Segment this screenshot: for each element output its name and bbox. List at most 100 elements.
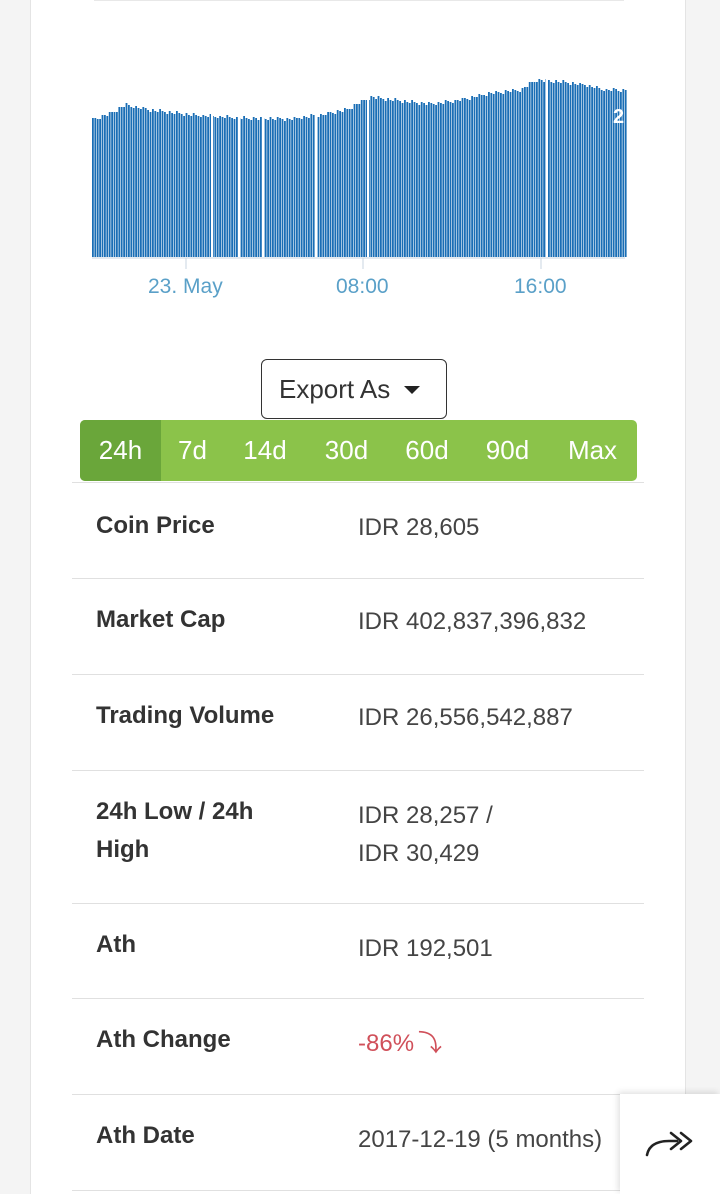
chart-bar [334,114,337,257]
stat-value: IDR 26,556,542,887 [358,704,573,731]
chart-bar [108,112,111,257]
chart-bar [514,90,517,257]
chart-bar [248,119,250,257]
share-arrow-icon [645,1131,693,1157]
chart-bar [228,117,231,257]
chart-bar [624,90,627,257]
chart-bar [147,110,149,257]
chart-bar [605,89,608,257]
export-as-label: Export As [279,373,391,404]
chart-bar [344,108,346,257]
price-chart[interactable]: 23. May 08:00 16:00 2 [0,0,720,320]
chart-bar [216,118,219,257]
chart-bar [324,115,327,257]
chart-bar [348,109,351,257]
tab-24h[interactable]: 24h [80,420,161,481]
x-tick-label: 08:00 [336,275,389,298]
chart-bar [257,120,260,257]
chart-bar [538,79,541,257]
stat-value: IDR 192,501 [358,935,493,962]
chart-bar [305,117,308,257]
chart-bar [245,118,248,257]
tab-max[interactable]: Max [548,420,637,481]
tab-90d[interactable]: 90d [467,420,548,481]
chart-bar [252,117,255,257]
chart-bar [260,117,262,257]
chart-bar [406,102,409,257]
chart-bar [300,119,303,257]
chart-bar [149,112,152,257]
chart-bar [308,118,310,257]
chart-bar [370,96,373,257]
stat-value: IDR 30,429 [358,840,480,867]
stat-value: IDR 28,257 / [358,802,493,829]
chart-bar [449,102,452,257]
chart-bar [166,114,169,257]
chart-bar [204,116,207,257]
chart-bar [240,119,243,257]
chart-bar [360,100,363,257]
stat-row-ath-change: Ath Change -86% ⤵ [72,998,644,1094]
period-tabs: 24h 7d 14d 30d 60d 90d Max [80,420,637,481]
tab-60d[interactable]: 60d [387,420,467,481]
chart-bar [500,93,502,257]
chart-bar [140,109,142,257]
export-as-dropdown[interactable]: Export As [261,359,447,419]
chart-bar [584,85,586,257]
chart-bar [113,112,116,257]
chart-bar [99,119,101,257]
tab-7d[interactable]: 7d [161,420,224,481]
chart-bar [528,82,531,257]
share-button[interactable] [620,1094,720,1194]
stat-value: IDR 28,605 [358,514,480,541]
chart-bar [279,118,281,257]
chart-bar [492,94,495,257]
table-bottom-divider [72,1190,644,1191]
chart-bar [123,107,125,257]
chart-bar [442,104,445,257]
chart-bar [310,114,313,257]
chart-bar [185,113,188,257]
chart-bar [284,121,286,257]
stat-label: Coin Price [96,512,215,539]
chart-gap-line [315,70,317,257]
chart-bar [435,105,437,257]
chart-bar [363,100,365,257]
chart-bar [425,105,428,257]
chart-bar [420,102,423,257]
chart-bar [353,104,356,257]
chart-bar [231,118,233,257]
chart-bar [440,103,442,257]
chart-bar [468,100,471,257]
chart-bar [382,99,385,257]
chart-bar [485,96,488,257]
chart-bar [600,90,603,257]
chart-bar [466,99,469,257]
chart-bar [507,91,509,257]
tab-14d[interactable]: 14d [224,420,306,481]
chart-bar [214,117,217,257]
chart-bar [132,108,135,257]
chart-bar [437,102,440,257]
chart-bar [540,80,543,257]
chart-bar [118,107,121,257]
tab-30d[interactable]: 30d [306,420,387,481]
chart-bar [317,117,320,257]
chart-bar [156,112,159,257]
stat-row-24h-low-high: 24h Low / 24h High IDR 28,257 / IDR 30,4… [72,770,644,903]
chart-bar [418,105,421,257]
chart-bar [593,88,596,257]
chart-bar [276,117,279,257]
stat-value: 2017-12-19 (5 months) [358,1126,603,1153]
chart-bar [130,107,133,257]
chart-bar [384,101,387,257]
chart-bar [516,91,519,257]
chart-bar [473,97,476,257]
chart-bar [236,117,238,257]
chart-bar [329,112,332,257]
chart-bar [488,92,490,257]
chart-bar [389,100,392,257]
chart-bar [356,104,358,257]
chart-bar [190,116,193,257]
chart-bar [269,117,272,257]
